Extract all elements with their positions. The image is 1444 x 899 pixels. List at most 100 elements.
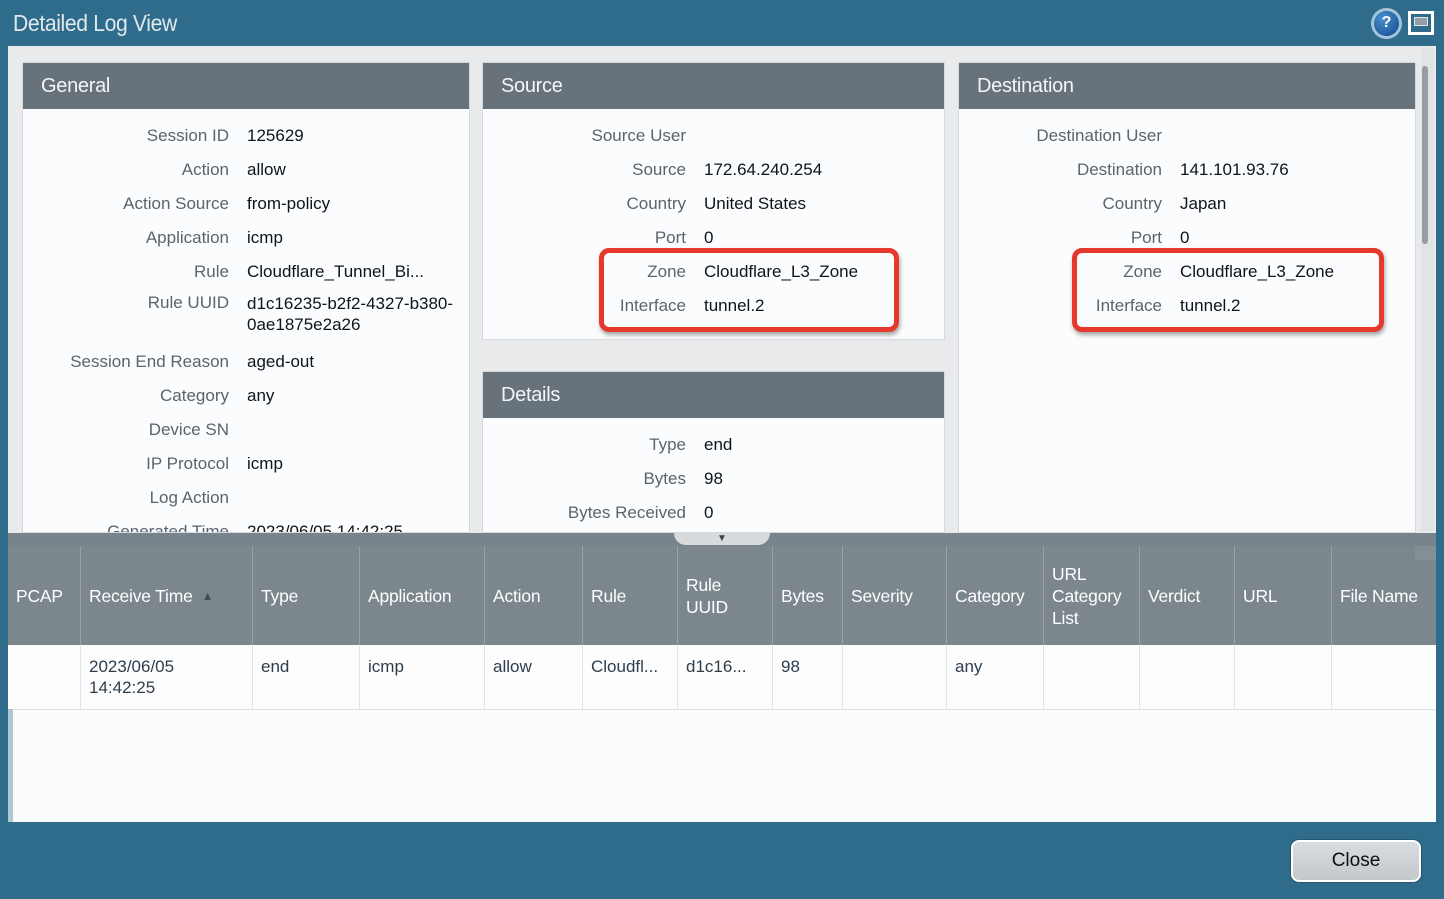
cell-verdict [1140,645,1235,709]
cell-url-category-list [1044,645,1140,709]
field-label: Source User [483,126,686,146]
field-value: 98 [686,469,944,489]
column-label: Receive Time [89,585,193,607]
field-row-source: Source 172.64.240.254 [483,153,944,187]
column-header-action[interactable]: Action [485,546,583,645]
panel-source: Source Source User Source 172.64.240.254… [482,62,945,340]
sort-asc-icon: ▲ [202,585,214,607]
field-label: Country [959,194,1162,214]
field-label: Destination [959,160,1162,180]
field-label: Bytes [483,469,686,489]
field-value: tunnel.2 [686,296,944,316]
log-detail-area: General Session ID 125629 Action allow A… [8,46,1436,533]
panel-source-body: Source User Source 172.64.240.254 Countr… [483,109,944,329]
field-row-source-user: Source User [483,119,944,153]
column-header-url[interactable]: URL [1235,546,1332,645]
field-row-application: Application icmp [23,221,469,255]
table-scroll-corner [1415,546,1436,560]
field-value: 141.101.93.76 [1162,160,1415,180]
cell-severity [843,645,947,709]
window-icon[interactable] [1408,11,1434,35]
titlebar-icons: ? [1374,11,1434,36]
panel-destination: Destination Destination User Destination… [958,62,1416,533]
field-value: icmp [229,454,469,474]
field-value: Cloudflare_L3_Zone [686,262,944,282]
cell-application: icmp [360,645,485,709]
dialog-titlebar: Detailed Log View ? [0,0,1444,46]
field-row-source-interface: Interface tunnel.2 [483,289,944,323]
field-value: Cloudflare_L3_Zone [1162,262,1415,282]
help-icon[interactable]: ? [1374,11,1399,36]
detail-scrollbar-track[interactable] [1421,48,1434,531]
panel-general-body: Session ID 125629 Action allow Action So… [23,109,469,533]
column-header-receive-time[interactable]: Receive Time ▲ [81,546,253,645]
field-row-session-id: Session ID 125629 [23,119,469,153]
field-row-category: Category any [23,379,469,413]
field-value: United States [686,194,944,214]
field-row-type: Type end [483,428,944,462]
panel-destination-header: Destination [959,63,1415,109]
column-label: Severity [851,585,913,607]
panel-general-header: General [23,63,469,109]
column-label: Bytes [781,585,824,607]
detail-scrollbar-thumb[interactable] [1422,66,1428,244]
field-label: Country [483,194,686,214]
column-header-severity[interactable]: Severity [843,546,947,645]
field-row-action: Action allow [23,153,469,187]
field-value: 2023/06/05 14:42:25 [229,522,469,533]
splitter-collapse-handle[interactable]: ▼ [674,533,770,545]
log-table-header: PCAP Receive Time ▲ Type Application Act… [8,546,1436,645]
panel-general: General Session ID 125629 Action allow A… [22,62,470,533]
column-header-application[interactable]: Application [360,546,485,645]
field-value: aged-out [229,352,469,372]
column-label: URL [1243,585,1277,607]
cell-category: any [947,645,1044,709]
field-row-destination-user: Destination User [959,119,1415,153]
field-label: Port [483,228,686,248]
field-row-source-country: Country United States [483,187,944,221]
column-label: Type [261,585,298,607]
field-label: Device SN [23,420,229,440]
column-header-file-name[interactable]: File Name [1332,546,1436,645]
column-header-rule[interactable]: Rule [583,546,678,645]
field-value: 0 [1162,228,1415,248]
column-label: Application [368,585,451,607]
table-row[interactable]: 2023/06/05 14:42:25 end icmp allow Cloud… [8,645,1436,710]
field-label: Bytes Received [483,503,686,523]
field-label: Action [23,160,229,180]
field-label: Type [483,435,686,455]
field-value: 172.64.240.254 [686,160,944,180]
field-label: Session ID [23,126,229,146]
field-value: 125629 [229,126,469,146]
column-header-verdict[interactable]: Verdict [1140,546,1235,645]
splitter-bar[interactable]: ▼ [8,533,1436,546]
window-icon-inner [1414,17,1428,26]
field-label: Destination User [959,126,1162,146]
column-header-rule-uuid[interactable]: Rule UUID [678,546,773,645]
field-row-log-action: Log Action [23,481,469,515]
field-row-device-sn: Device SN [23,413,469,447]
column-header-bytes[interactable]: Bytes [773,546,843,645]
field-label: Interface [483,296,686,316]
cell-type: end [253,645,360,709]
panel-destination-body: Destination User Destination 141.101.93.… [959,109,1415,329]
cell-pcap [8,645,81,709]
cell-url [1235,645,1332,709]
field-value: Cloudflare_Tunnel_Bi... [229,262,469,282]
column-header-type[interactable]: Type [253,546,360,645]
field-row-session-end-reason: Session End Reason aged-out [23,345,469,379]
cell-action: allow [485,645,583,709]
column-label: Rule UUID [686,574,764,618]
cell-rule-uuid: d1c16... [678,645,773,709]
field-label: IP Protocol [23,454,229,474]
column-header-pcap[interactable]: PCAP [8,546,81,645]
field-row-action-source: Action Source from-policy [23,187,469,221]
field-label: Session End Reason [23,352,229,372]
field-row-bytes: Bytes 98 [483,462,944,496]
field-value: 0 [686,503,944,523]
close-button[interactable]: Close [1291,840,1421,882]
column-header-category[interactable]: Category [947,546,1044,645]
dialog-title: Detailed Log View [13,10,177,37]
column-header-url-category-list[interactable]: URL Category List [1044,546,1140,645]
field-label: Category [23,386,229,406]
